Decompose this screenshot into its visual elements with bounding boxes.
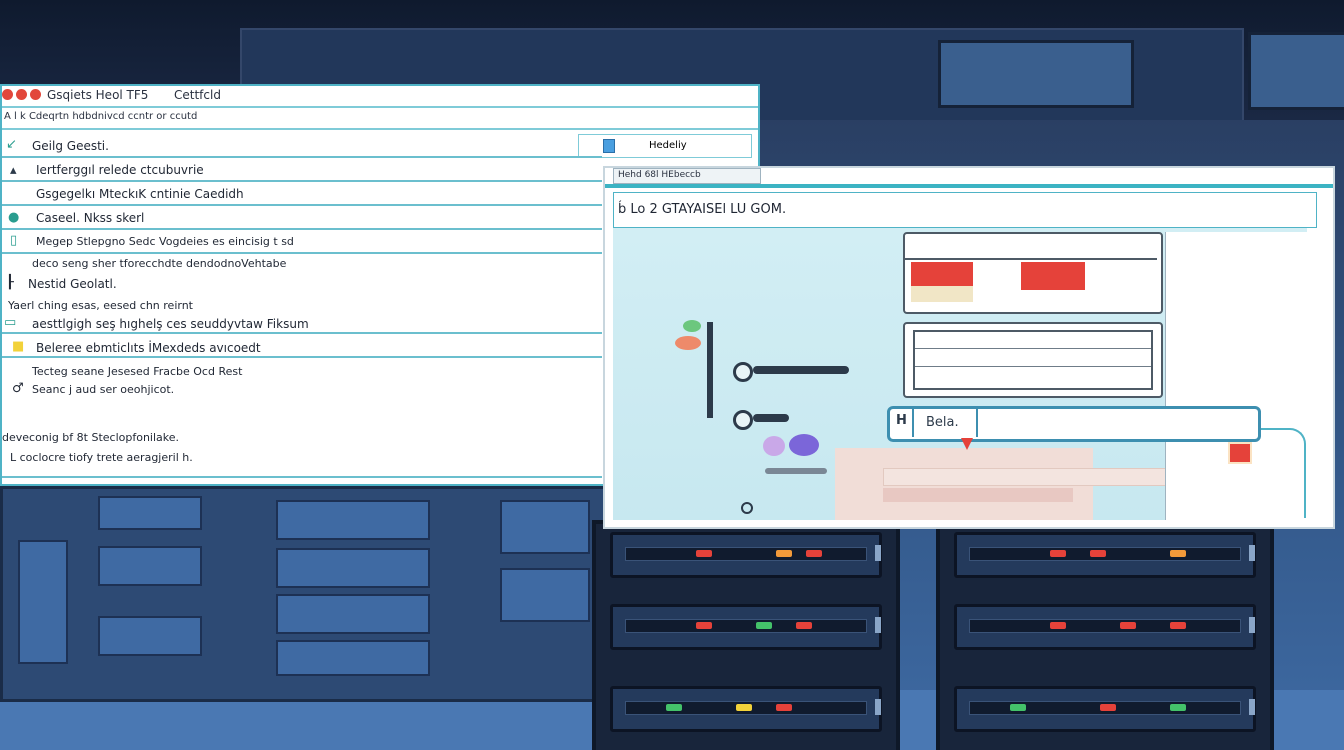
right-panel [1165, 232, 1308, 520]
list-item-label: Tecteg seane Jesesed Fracbe Ocd Rest [32, 365, 243, 378]
accent-bar [605, 184, 1333, 188]
window-subtitle: Cettfcld [174, 88, 221, 102]
cabinet-drawer [276, 548, 430, 588]
server-unit [610, 532, 882, 578]
shield-icon: ▯ [10, 233, 18, 248]
wall-monitor [1248, 32, 1344, 110]
close-dot-icon[interactable] [2, 89, 13, 100]
list-item-label: Seanc j aud ser oeohjicot. [32, 383, 175, 396]
node-circle-icon[interactable] [733, 410, 753, 430]
arrow-icon: ↙ [6, 137, 17, 152]
list-item-label: deveconig bf 8t Steclopfonilake. [2, 431, 180, 444]
cabinet-drawer [98, 496, 202, 530]
server-unit [954, 532, 1256, 578]
menu-bar[interactable]: A l k Cdeqrtn hdbdnivcd ccntr or ccutd [2, 108, 758, 130]
header-box[interactable]: Hedeliy [578, 134, 752, 158]
cabinet-drawer [276, 594, 430, 634]
connector-bar [753, 366, 849, 374]
yellow-tag-icon: ■ [12, 339, 25, 354]
status-dot-icon: ● [8, 210, 20, 225]
secondary-window: Hehd 68l HEbeccb b́ Lo 2 GTAYAISEl LU GO… [603, 166, 1335, 529]
window-title: Gsqiets Heol TF5 [47, 88, 149, 102]
cabinet-drawer [276, 500, 430, 540]
list-item-label: Megep Stlepgno Sedc Vogdeies es eincisig… [36, 235, 294, 248]
minimize-dot-icon[interactable] [16, 89, 27, 100]
server-rack [592, 520, 900, 750]
title-bar: Gsqiets Heol TF5 Cettfcld [2, 86, 758, 108]
green-node-icon [683, 320, 701, 332]
address-bar[interactable]: b́ Lo 2 GTAYAISEl LU GOM. [613, 192, 1317, 228]
connector-bar [765, 468, 827, 474]
cabinet-drawer [276, 640, 430, 676]
server-unit [610, 686, 882, 732]
server-unit [954, 686, 1256, 732]
list-item-label: Caseel. Nkss skerl [36, 211, 145, 225]
list-item-label: Gsgegelkı MteckıK cntinie Caedidh [36, 187, 244, 201]
list-item-label: Nestid Geolatl. [28, 277, 117, 291]
server-unit [954, 604, 1256, 650]
lane-bar [883, 488, 1073, 502]
cabinet-drawer [18, 540, 68, 664]
list-item-label: Beleree ebmticlıts İMexdeds avıcoedt [36, 341, 261, 355]
server-unit [610, 604, 882, 650]
list-item-label: L coclocre tiofy trete aeragjeril h. [10, 451, 193, 464]
wall-monitor [938, 40, 1134, 108]
window-tab[interactable]: Hehd 68l HEbeccb [613, 168, 761, 184]
connector-line [707, 322, 713, 418]
list-item-label: Yaerl ching esas, eesed chn reirnt [8, 299, 193, 312]
red-block-icon [1021, 262, 1085, 290]
lane-bar [883, 468, 1193, 486]
input-text: Bela. [926, 415, 959, 430]
menu-text[interactable]: A l k Cdeqrtn hdbdnivcd ccntr or ccutd [4, 111, 197, 122]
card-panel[interactable] [903, 232, 1163, 314]
cabinet-drawer [500, 500, 590, 554]
maximize-dot-icon[interactable] [30, 89, 41, 100]
connector-bar [753, 414, 789, 422]
address-text: b́ Lo 2 GTAYAISEl LU GOM. [618, 202, 787, 217]
cabinet-drawer [98, 616, 202, 656]
folder-icon [603, 139, 615, 153]
violet-node-icon [789, 434, 819, 456]
header-box-label: Hedeliy [649, 140, 687, 151]
list-item-label: deco seng sher tforecchdte dendodnoVehta… [32, 257, 287, 270]
user-icon: ♂ [12, 381, 24, 396]
cabinet-drawer [98, 546, 202, 586]
pointer-icon [961, 438, 973, 450]
server-rack [936, 520, 1274, 750]
list-item-label: Geilg Geesti. [32, 139, 109, 153]
warning-icon: ▴ [10, 163, 17, 178]
orange-node-icon [675, 336, 701, 350]
window-tab-label: Hehd 68l HEbeccb [618, 170, 701, 180]
small-node-icon [741, 502, 753, 514]
input-prefix: H [896, 413, 907, 428]
red-block-icon [911, 262, 973, 286]
search-input[interactable]: H Bela. [887, 406, 1261, 442]
cabinet-drawer [500, 568, 590, 622]
toggle-icon: ▭ [4, 315, 17, 330]
list-item-label: aesttlgigh seş hıghelş ces seuddyvtaw Fi… [32, 317, 309, 331]
purple-node-icon [763, 436, 785, 456]
cursor-icon: ┠ [6, 275, 14, 290]
card-panel[interactable] [903, 322, 1163, 398]
list-item-label: Iertferggıl relede ctcubuvrie [36, 163, 204, 177]
node-circle-icon[interactable] [733, 362, 753, 382]
